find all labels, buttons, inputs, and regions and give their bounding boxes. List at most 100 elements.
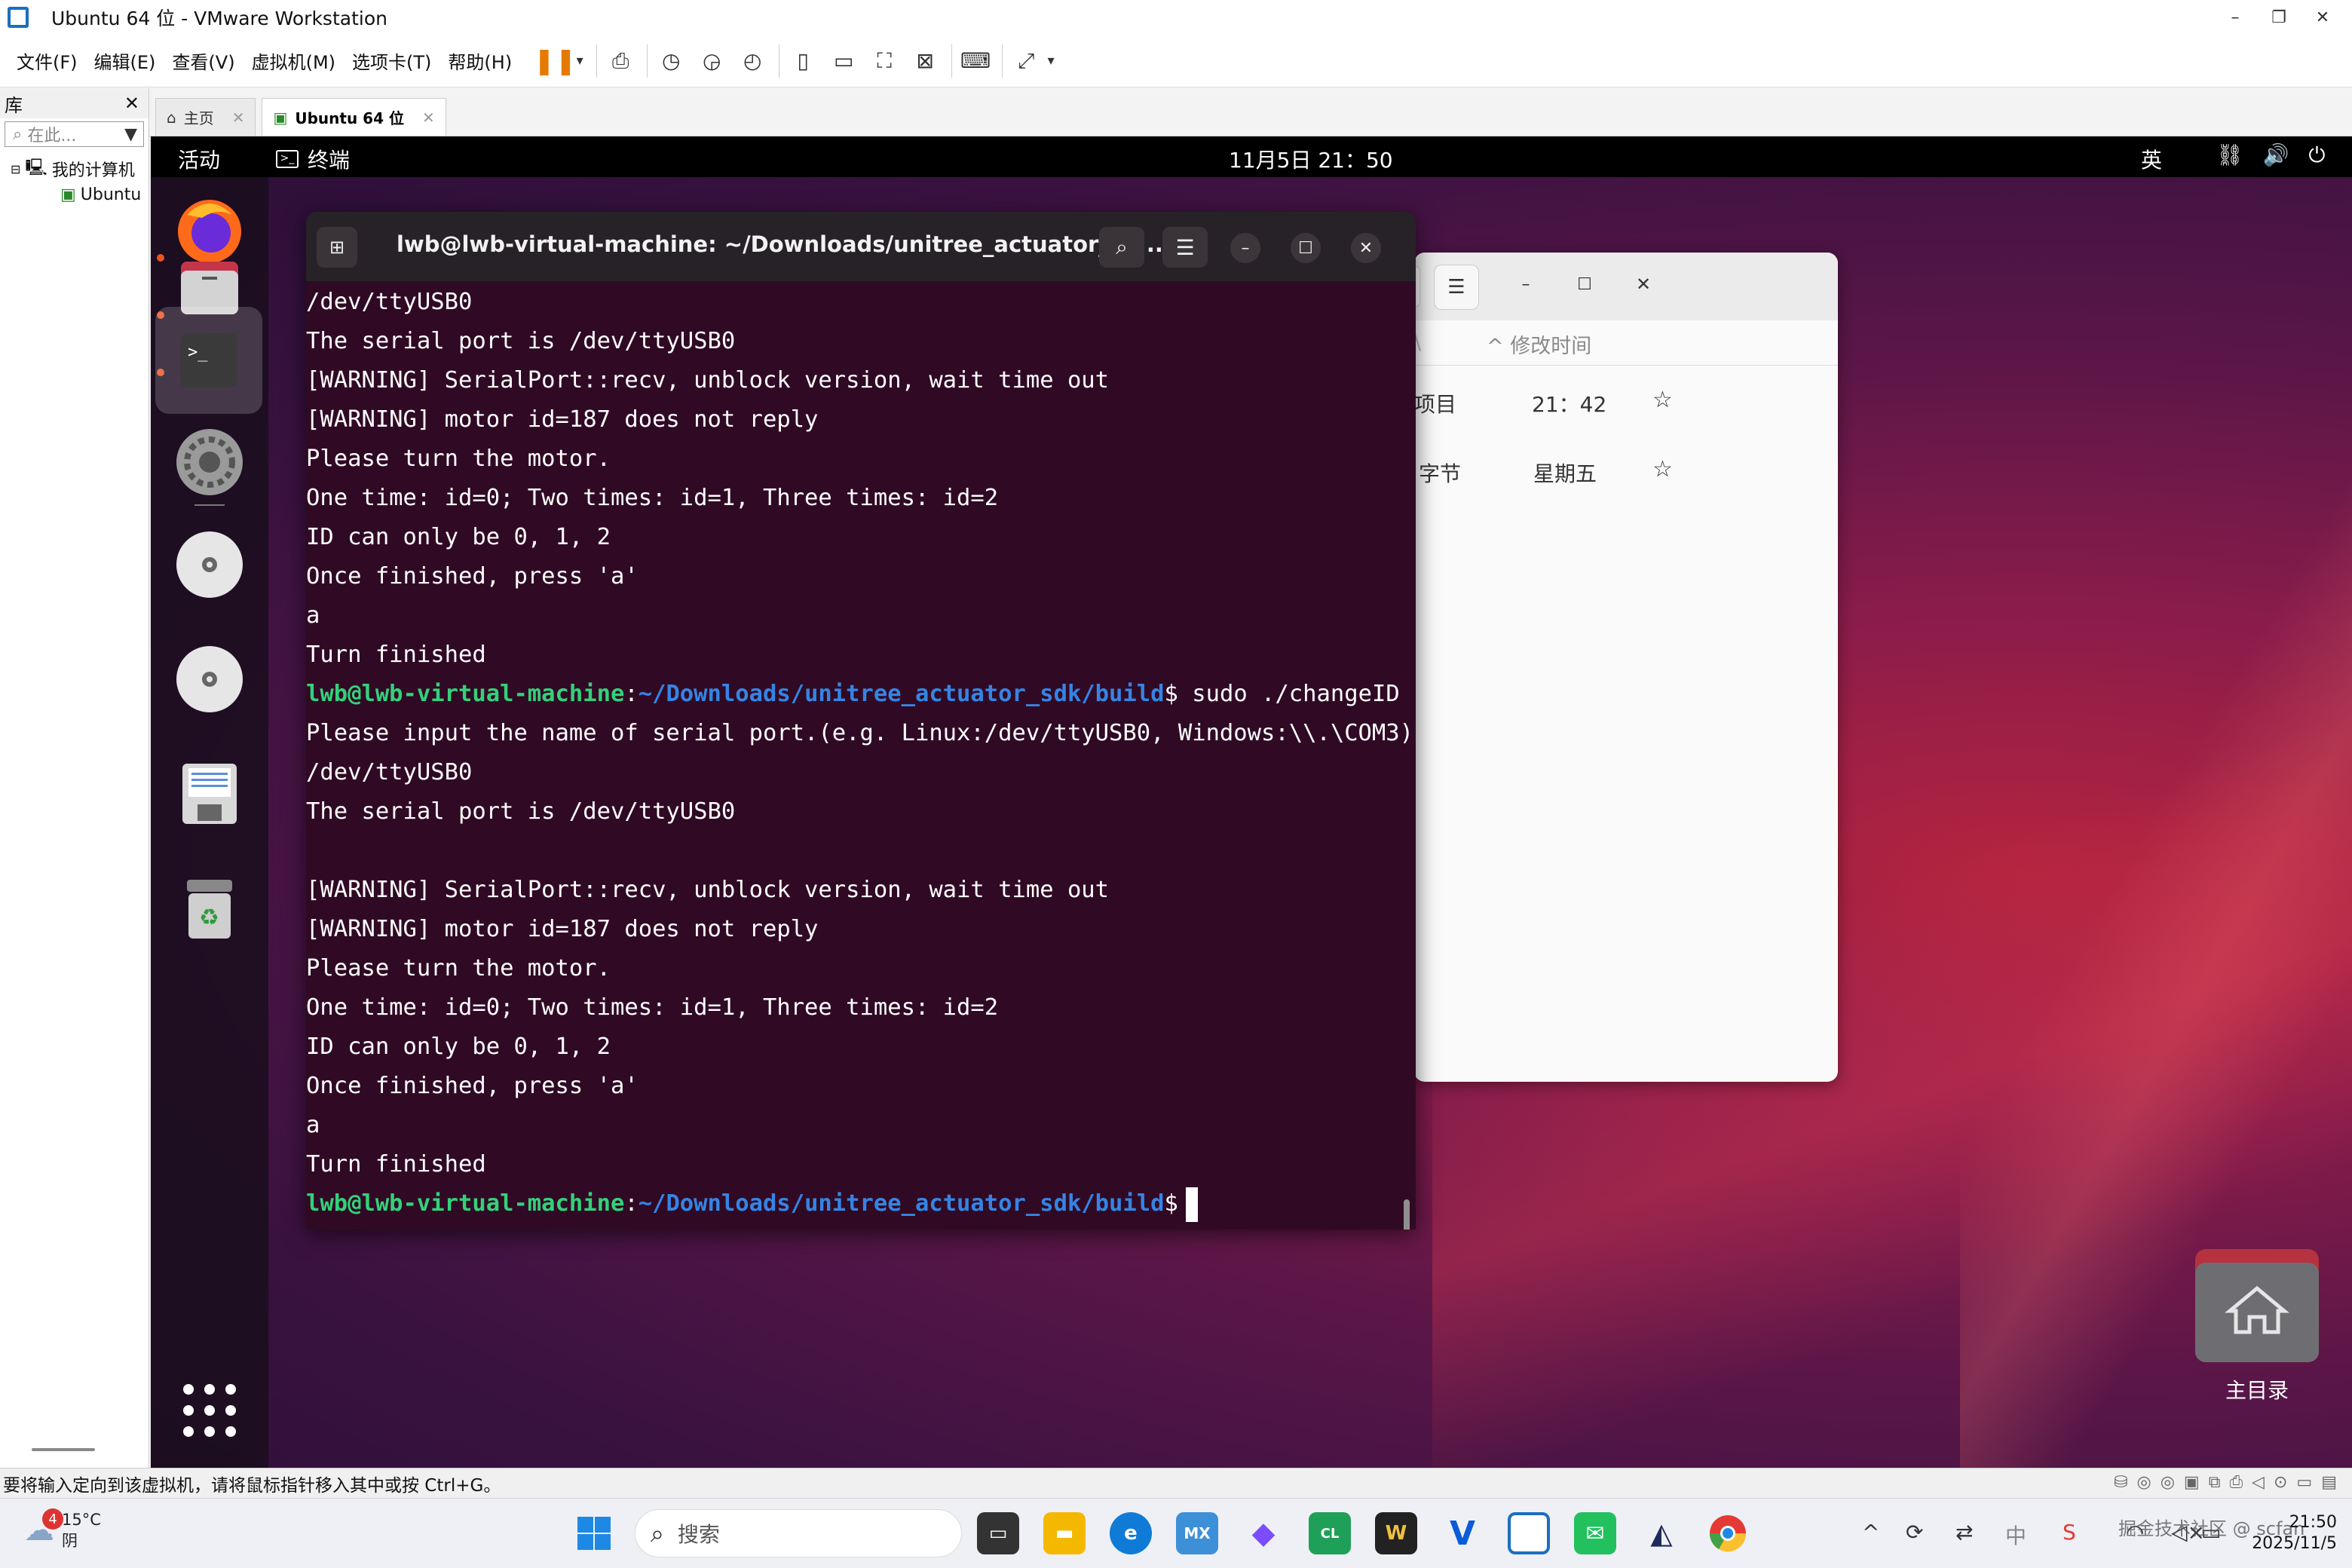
network-adapter-icon[interactable]: ⧉ [2209,1473,2221,1492]
floppy-icon[interactable] [172,756,247,831]
tab-ubuntu[interactable]: ▣ Ubuntu 64 位 ✕ [262,98,446,136]
menu-view[interactable]: 查看(V) [172,47,234,74]
star-icon[interactable]: ☆ [1652,387,1673,413]
chevron-down-icon[interactable]: ▼ [124,125,137,144]
input-method-indicator[interactable]: 英 [2141,144,2162,174]
home-folder-icon[interactable] [2189,1233,2325,1368]
list-item[interactable]: 项目 21：42 ☆ [1414,366,1838,435]
vmware-taskbar-icon[interactable] [1508,1512,1550,1554]
cd-icon[interactable]: ◎ [2137,1473,2151,1492]
library-search-input[interactable]: ⌕ 在此... ▼ [5,121,144,147]
menu-icon[interactable]: ☰ [1434,265,1479,310]
cd-icon[interactable]: ◎ [2161,1473,2175,1492]
terminal-output[interactable]: /dev/ttyUSB0 The serial port is /dev/tty… [306,283,1413,1230]
chevron-up-icon[interactable]: ^ [1862,1520,1879,1545]
message-icon[interactable]: ▤ [2321,1473,2337,1492]
minimize-button[interactable]: – [2213,0,2257,35]
app-menu[interactable]: >_ 终端 [276,144,350,174]
tree-item-my-computer[interactable]: ⊟ 🖳 我的计算机 [0,156,149,182]
chrome-icon[interactable] [1707,1512,1749,1554]
clock[interactable]: 11月5日 21：50 [1229,144,1393,174]
close-icon[interactable]: ✕ [232,109,245,127]
tab-home[interactable]: ⌂ 主页 ✕ [155,98,256,136]
ime-tray-indicator[interactable]: 中 [2005,1520,2026,1550]
library-close-icon[interactable]: ✕ [124,93,139,114]
menu-help[interactable]: 帮助(H) [448,47,512,74]
star-icon[interactable]: ☆ [1652,456,1673,482]
edge-icon[interactable]: e [1110,1512,1152,1554]
vscode-icon[interactable]: V [1441,1512,1484,1554]
snapshot-manager-icon[interactable]: ◴ [735,44,770,78]
send-keys-icon[interactable]: ⎙ [603,44,638,78]
tree-item-ubuntu[interactable]: ▣ Ubuntu [0,182,149,207]
power-icon[interactable]: ⏻ [2308,142,2325,168]
disc-icon[interactable] [172,642,247,717]
minimize-button[interactable]: – [1511,269,1541,299]
pause-icon[interactable]: ❚❚ [534,44,577,78]
file-explorer-icon[interactable]: ▬ [1043,1512,1086,1554]
scrollbar[interactable] [32,1448,95,1451]
floppy-icon[interactable]: ▣ [2184,1473,2200,1492]
collapse-icon[interactable]: ⊟ [11,162,20,176]
snapshot-icon[interactable]: ◷ [654,44,688,78]
minimize-button[interactable]: – [1230,233,1260,263]
sidebar-toggle-icon[interactable]: ▯ [786,44,820,78]
maximize-button[interactable]: ☐ [1291,233,1321,263]
disc-icon[interactable] [172,527,247,602]
column-header-modified[interactable]: ^ 修改时间 [1487,329,1591,359]
display-icon[interactable]: ▭ [2296,1473,2312,1492]
new-tab-icon[interactable]: ⊞ [317,227,357,268]
search-icon[interactable]: ⌕ [1099,227,1144,268]
settings-sliders-icon[interactable]: ⇄ [1955,1520,1973,1545]
taskbar-search-input[interactable]: ⌕ 搜索 [635,1509,962,1557]
close-icon[interactable]: ✕ [422,109,435,127]
list-item[interactable]: 字节 星期五 ☆ [1414,435,1838,504]
wps-icon[interactable]: W [1375,1512,1417,1554]
thumbnail-bar-icon[interactable]: ▭ [826,44,861,78]
usb-icon[interactable]: ⊙ [2274,1473,2287,1492]
menu-file[interactable]: 文件(F) [17,47,78,74]
maximize-button[interactable]: ☐ [1570,269,1600,299]
close-button[interactable]: ✕ [1351,233,1381,263]
terminal-scrollbar[interactable] [1404,1199,1410,1230]
console-view-icon[interactable]: ⌨ [958,44,993,78]
file-manager-window[interactable]: ☰ – ☐ ✕ \ ^ 修改时间 项目 21：42 ☆ 字节 星期五 ☆ [1414,253,1838,1082]
close-button[interactable]: ✕ [2301,0,2344,35]
chevron-down-icon[interactable]: ▾ [572,44,587,78]
task-view-icon[interactable]: ▭ [977,1512,1019,1554]
terminal-dock-icon[interactable]: >_ [155,307,262,414]
printer-icon[interactable]: ⎙ [2229,1473,2243,1492]
network-icon[interactable]: ⛓ [2216,142,2243,168]
trash-icon[interactable]: ♻ [172,871,247,946]
stretch-icon[interactable]: ⤢ [1009,44,1043,78]
menu-edit[interactable]: 编辑(E) [94,47,156,74]
text-cursor [1185,1187,1198,1222]
hdd-icon[interactable]: ⛁ [2114,1473,2127,1492]
sync-icon[interactable]: ⟳ [1906,1520,1923,1545]
revert-snapshot-icon[interactable]: ◶ [694,44,729,78]
antivirus-icon[interactable]: S [2063,1520,2076,1545]
restore-button[interactable]: ❐ [2257,0,2301,35]
clion-icon[interactable]: CL [1309,1512,1351,1554]
menu-vm[interactable]: 虚拟机(M) [252,47,335,74]
vm-screen[interactable]: 活动 >_ 终端 11月5日 21：50 英 ⛓ 🔊 ⏻ >_ ♻ ☰ – ☐ … [151,136,2352,1468]
chevron-down-icon[interactable]: ▾ [1043,44,1058,78]
close-button[interactable]: ✕ [1628,269,1658,299]
activities-button[interactable]: 活动 [178,144,220,174]
system-clock[interactable]: 21:50 2025/11/5 [2231,1512,2337,1554]
cat-app-icon[interactable]: ◭ [1640,1512,1683,1554]
sound-icon[interactable]: ◁ [2252,1473,2265,1492]
menu-tabs[interactable]: 选项卡(T) [352,47,431,74]
windows-start-icon[interactable] [573,1512,615,1554]
settings-icon[interactable] [172,424,247,500]
show-apps-icon[interactable] [172,1373,247,1448]
menu-icon[interactable]: ☰ [1162,227,1208,268]
terminal-window[interactable]: ⊞ lwb@lwb-virtual-machine: ~/Downloads/u… [306,212,1416,1230]
unity-icon[interactable]: ⊠ [908,44,942,78]
obsidian-icon[interactable]: ◆ [1242,1512,1285,1554]
fullscreen-icon[interactable]: ⛶ [867,44,902,78]
volume-icon[interactable]: 🔊 [2263,142,2289,168]
mathtype-icon[interactable]: MX [1176,1512,1218,1554]
wechat-icon[interactable]: ✉ [1574,1512,1616,1554]
weather-widget[interactable]: ☁ 4 15°C 阴 [24,1508,101,1551]
